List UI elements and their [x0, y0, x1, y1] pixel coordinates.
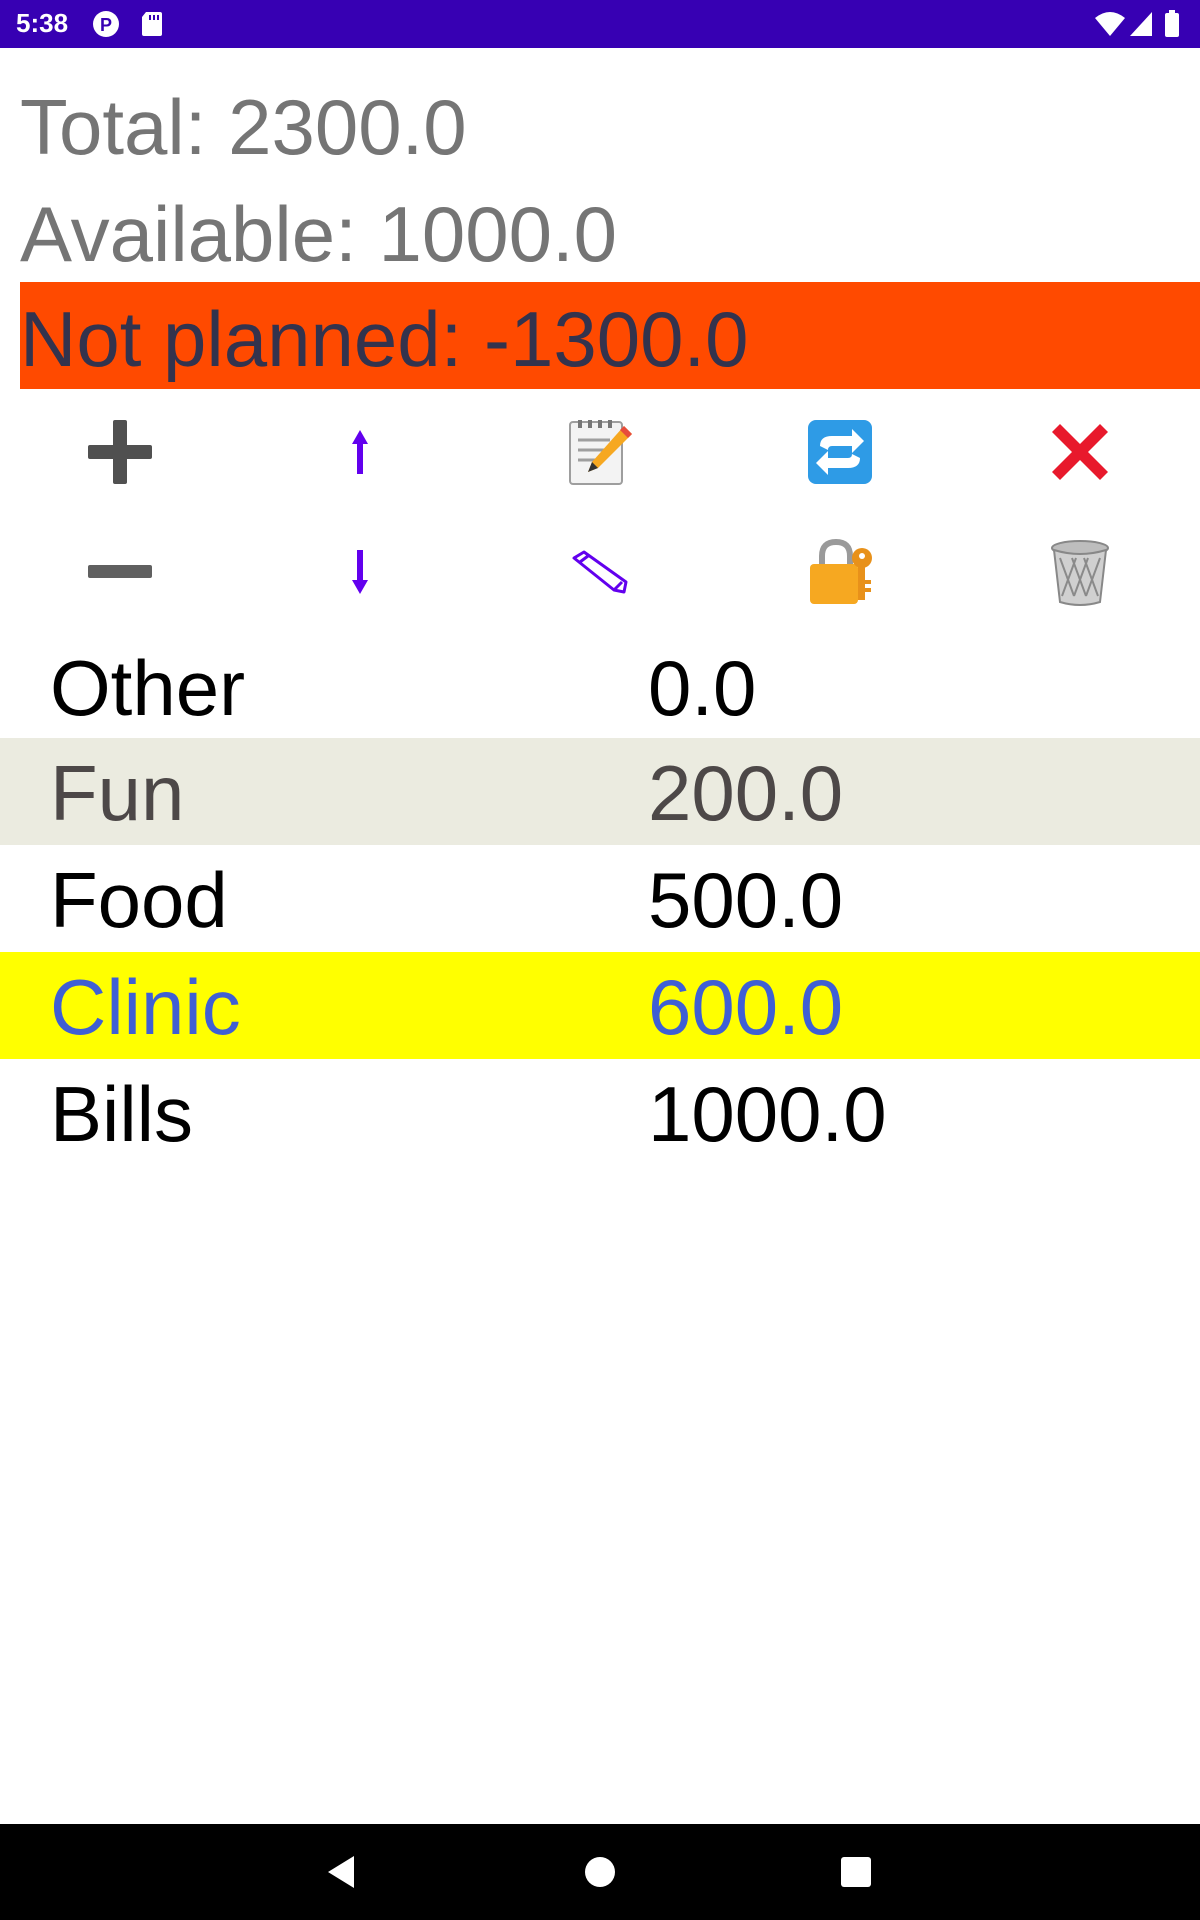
list-item[interactable]: Food 500.0: [0, 845, 1200, 952]
category-amount: 500.0: [648, 856, 844, 944]
minus-icon: [88, 565, 152, 578]
navigation-bar: [0, 1824, 1200, 1920]
recents-button[interactable]: [832, 1848, 880, 1896]
sd-card-icon: [140, 10, 164, 43]
category-name: Clinic: [50, 963, 241, 1051]
list-item-selected[interactable]: Clinic 600.0: [0, 952, 1200, 1059]
category-name: Food: [50, 856, 228, 944]
list-item[interactable]: Fun 200.0: [0, 738, 1200, 845]
pencil-icon: [572, 550, 628, 594]
delete-button[interactable]: [960, 512, 1200, 632]
status-bar: 5:38 P: [0, 0, 1200, 48]
refresh-button[interactable]: [720, 392, 960, 512]
plus-icon: [88, 420, 152, 484]
add-category-button[interactable]: [0, 392, 240, 512]
signal-icon: [1128, 10, 1154, 43]
wifi-icon: [1094, 10, 1126, 43]
lock-button[interactable]: [720, 512, 960, 632]
lock-with-key-icon: [810, 538, 872, 604]
refresh-icon: [808, 420, 872, 484]
not-planned-label: Not planned: -1300.0: [20, 295, 749, 383]
total-label: Total: 2300.0: [20, 83, 467, 171]
trash-icon: [1051, 540, 1109, 606]
home-button[interactable]: [576, 1848, 624, 1896]
home-icon: [585, 1857, 615, 1887]
move-up-button[interactable]: [240, 392, 480, 512]
category-amount: 0.0: [648, 644, 757, 732]
category-name: Bills: [50, 1070, 194, 1158]
status-time: 5:38: [16, 8, 69, 38]
category-name: Fun: [50, 749, 185, 837]
category-name: Other: [50, 644, 246, 732]
not-planned-banner: Not planned: -1300.0: [20, 282, 1200, 389]
battery-icon: [1164, 10, 1180, 43]
memo-icon: [569, 420, 632, 485]
category-amount: 200.0: [648, 749, 844, 837]
list-item[interactable]: Bills 1000.0: [0, 1059, 1200, 1166]
recents-icon: [841, 1857, 871, 1887]
move-down-button[interactable]: [240, 512, 480, 632]
back-button[interactable]: [320, 1848, 368, 1896]
arrow-down-icon: [352, 550, 368, 594]
arrow-up-icon: [352, 430, 368, 474]
p-badge-icon: P: [92, 10, 120, 43]
back-icon: [328, 1856, 354, 1888]
remove-category-button[interactable]: [0, 512, 240, 632]
category-amount: 1000.0: [648, 1070, 887, 1158]
close-button[interactable]: [960, 392, 1200, 512]
list-item[interactable]: Other 0.0: [0, 633, 1200, 740]
edit-memo-button[interactable]: [480, 392, 720, 512]
rename-button[interactable]: [480, 512, 720, 632]
svg-text:P: P: [100, 15, 112, 35]
cross-mark-icon: [1052, 424, 1108, 480]
category-amount: 600.0: [648, 963, 844, 1051]
available-label: Available: 1000.0: [20, 190, 618, 278]
